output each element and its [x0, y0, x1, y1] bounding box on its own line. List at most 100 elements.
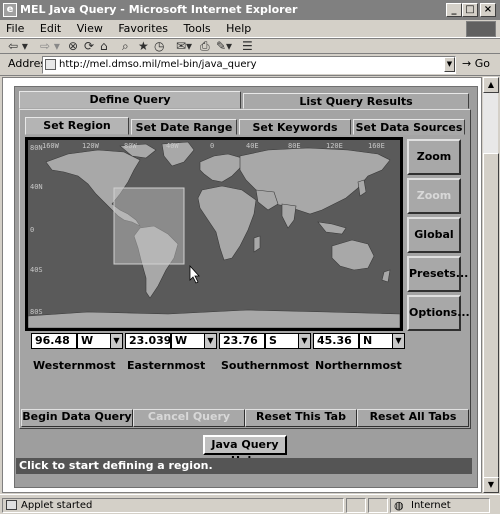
menu-view[interactable]: View [71, 20, 109, 38]
antarctica [28, 309, 400, 328]
go-button[interactable]: → Go [462, 57, 490, 70]
close-button[interactable]: × [480, 3, 496, 17]
menu-bar: File Edit View Favorites Tools Help [0, 20, 500, 38]
lat-label: 0 [30, 226, 34, 234]
lon-label: 160W [42, 142, 60, 150]
scroll-thumb[interactable] [483, 153, 499, 483]
lon-label: 0 [210, 142, 214, 150]
refresh-icon[interactable]: ⟳ [84, 40, 94, 53]
reset-this-tab-button[interactable]: Reset This Tab [245, 409, 357, 427]
discuss-icon[interactable]: ☰ [242, 40, 253, 53]
address-url: http://mel.dmso.mil/mel-bin/java_query [59, 59, 257, 70]
lat-label: 80N [30, 144, 43, 152]
north-direction-value: N [363, 334, 373, 347]
lon-label: 160E [368, 142, 385, 150]
home-icon[interactable]: ⌂ [100, 40, 108, 53]
southernmost-label: Southernmost [221, 359, 309, 372]
east-direction-value: W [175, 334, 188, 347]
edit-icon[interactable]: ✎▾ [216, 40, 232, 53]
history-icon[interactable]: ◷ [154, 40, 164, 53]
tab-define-query[interactable]: Define Query [19, 91, 241, 109]
cancel-query-button[interactable]: Cancel Query [133, 409, 245, 427]
lon-label: 120W [82, 142, 100, 150]
scroll-down-button[interactable]: ▼ [483, 477, 499, 493]
region-selection[interactable] [113, 187, 185, 265]
status-pane-empty [346, 498, 366, 513]
zone-label: Internet [411, 500, 451, 511]
favorites-icon[interactable]: ★ [138, 40, 149, 53]
status-bar: Applet started ◍ Internet [0, 494, 500, 514]
stop-icon[interactable]: ⊗ [68, 40, 78, 53]
maximize-button[interactable]: □ [462, 3, 478, 17]
zone-pane: ◍ Internet [390, 498, 490, 513]
address-input[interactable]: http://mel.dmso.mil/mel-bin/java_query [42, 56, 456, 74]
south-direction-select[interactable]: S ▼ [265, 333, 311, 349]
east-direction-select[interactable]: W ▼ [171, 333, 217, 349]
go-label: Go [474, 57, 490, 70]
chevron-down-icon: ▼ [298, 334, 310, 348]
south-direction-value: S [269, 334, 277, 347]
world-map[interactable]: 160W 120W 80W 40W 0 40E 80E 120E 160E 80… [25, 137, 403, 331]
chevron-down-icon: ▼ [392, 334, 404, 348]
print-icon[interactable]: ⎙ [200, 40, 210, 53]
back-icon[interactable]: ⇦ ▾ [8, 40, 28, 53]
windows-logo-icon [466, 21, 496, 37]
chevron-down-icon: ▼ [110, 334, 122, 348]
tab-set-date-range[interactable]: Set Date Range [131, 119, 237, 135]
west-value-input[interactable]: 96.48 [31, 333, 77, 349]
options-button[interactable]: Options... [407, 295, 470, 331]
window-title: MEL Java Query - Microsoft Internet Expl… [20, 3, 298, 16]
easternmost-label: Easternmost [127, 359, 206, 372]
lon-label: 80W [124, 142, 137, 150]
menu-file[interactable]: File [0, 20, 30, 38]
applet-icon [6, 500, 17, 510]
java-query-help-button[interactable]: Java Query Help [203, 435, 287, 467]
menu-edit[interactable]: Edit [34, 20, 67, 38]
menu-favorites[interactable]: Favorites [112, 20, 174, 38]
vertical-scrollbar[interactable]: ▲ ▼ [482, 77, 499, 493]
status-text-pane: Applet started [2, 498, 344, 513]
java-applet: Define Query List Query Results Set Regi… [14, 86, 478, 488]
northernmost-label: Northernmost [315, 359, 402, 372]
begin-data-query-button[interactable]: Begin Data Query [21, 409, 133, 427]
globe-icon: ◍ [394, 499, 404, 512]
reset-all-tabs-button[interactable]: Reset All Tabs [357, 409, 469, 427]
address-dropdown-button[interactable]: ▼ [444, 57, 455, 72]
presets-button[interactable]: Presets... [407, 256, 468, 292]
lat-label: 40N [30, 183, 43, 191]
status-text: Applet started [21, 500, 93, 511]
scroll-up-button[interactable]: ▲ [483, 77, 499, 93]
title-bar: e MEL Java Query - Microsoft Internet Ex… [0, 0, 500, 20]
tab-list-query-results[interactable]: List Query Results [243, 93, 469, 109]
minimize-button[interactable]: _ [446, 3, 462, 17]
mail-icon[interactable]: ✉▾ [176, 40, 192, 53]
menu-help[interactable]: Help [220, 20, 257, 38]
tab-set-data-sources[interactable]: Set Data Sources [353, 119, 465, 135]
chevron-down-icon: ▼ [204, 334, 216, 348]
search-icon[interactable]: ⌕ [122, 40, 129, 53]
address-bar: Address http://mel.dmso.mil/mel-bin/java… [0, 54, 500, 76]
tab-set-keywords[interactable]: Set Keywords [239, 119, 351, 135]
zoom-out-button[interactable]: Zoom Out [407, 178, 461, 234]
applet-status-message: Click to start defining a region. [16, 458, 472, 474]
lat-label: 80S [30, 308, 43, 316]
east-value-input[interactable]: 23.039 [125, 333, 171, 349]
forward-icon[interactable]: ⇨ ▾ [40, 40, 60, 53]
westernmost-label: Westernmost [33, 359, 116, 372]
toolbar: ⇦ ▾ ⇨ ▾ ⊗ ⟳ ⌂ ⌕ ★ ◷ ✉▾ ⎙ ✎▾ ☰ [0, 38, 500, 54]
west-direction-value: W [81, 334, 94, 347]
status-pane-empty [368, 498, 388, 513]
lat-label: 40S [30, 266, 43, 274]
west-direction-select[interactable]: W ▼ [77, 333, 123, 349]
north-direction-select[interactable]: N ▼ [359, 333, 405, 349]
north-value-input[interactable]: 45.36 [313, 333, 359, 349]
menu-tools[interactable]: Tools [178, 20, 217, 38]
zoom-in-button[interactable]: Zoom In [407, 139, 461, 195]
lon-label: 40W [166, 142, 179, 150]
south-value-input[interactable]: 23.76 [219, 333, 265, 349]
tab-set-region[interactable]: Set Region [25, 117, 129, 135]
lon-label: 120E [326, 142, 343, 150]
world-map-canvas: 160W 120W 80W 40W 0 40E 80E 120E 160E 80… [28, 140, 400, 328]
global-view-button[interactable]: Global View [407, 217, 461, 273]
lon-label: 80E [288, 142, 301, 150]
